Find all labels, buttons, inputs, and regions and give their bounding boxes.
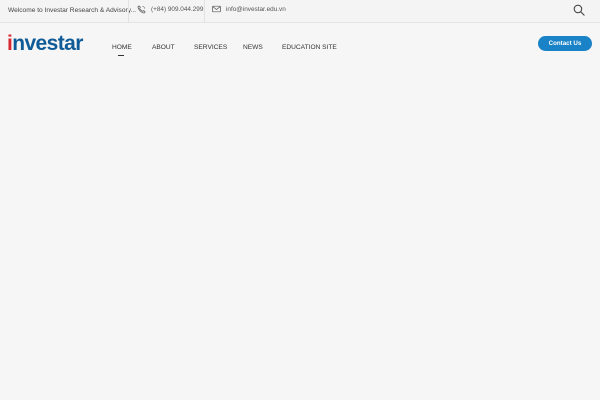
email-address: info@investar.edu.vn bbox=[226, 5, 286, 13]
nav-item-education-site[interactable]: EDUCATION SITE bbox=[282, 44, 337, 51]
nav-item-services[interactable]: SERVICES bbox=[194, 44, 227, 51]
site-header: investar HOME ABOUT SERVICES NEWS EDUCAT… bbox=[0, 24, 600, 64]
top-bar-divider bbox=[204, 0, 205, 23]
nav-item-news[interactable]: NEWS bbox=[243, 44, 263, 51]
welcome-text: Welcome to Investar Research & Advisory.… bbox=[8, 7, 137, 14]
search-icon bbox=[573, 3, 585, 21]
contact-us-button[interactable]: Contact Us bbox=[538, 36, 592, 51]
logo-wordmark: nvestar bbox=[12, 32, 83, 55]
logo[interactable]: investar bbox=[7, 33, 83, 54]
email-link[interactable]: info@investar.edu.vn bbox=[212, 5, 286, 13]
top-bar-divider bbox=[128, 0, 129, 23]
nav-item-about[interactable]: ABOUT bbox=[152, 44, 175, 51]
active-nav-indicator bbox=[118, 55, 124, 56]
mail-icon bbox=[212, 5, 221, 13]
search-button[interactable] bbox=[571, 4, 586, 19]
main-content bbox=[0, 64, 600, 400]
nav-item-home[interactable]: HOME bbox=[112, 44, 132, 51]
phone-icon bbox=[137, 5, 146, 14]
phone-number: (+84) 909.044.299 bbox=[151, 6, 204, 13]
phone-link[interactable]: (+84) 909.044.299 bbox=[137, 5, 203, 14]
top-bar: Welcome to Investar Research & Advisory.… bbox=[0, 0, 600, 23]
